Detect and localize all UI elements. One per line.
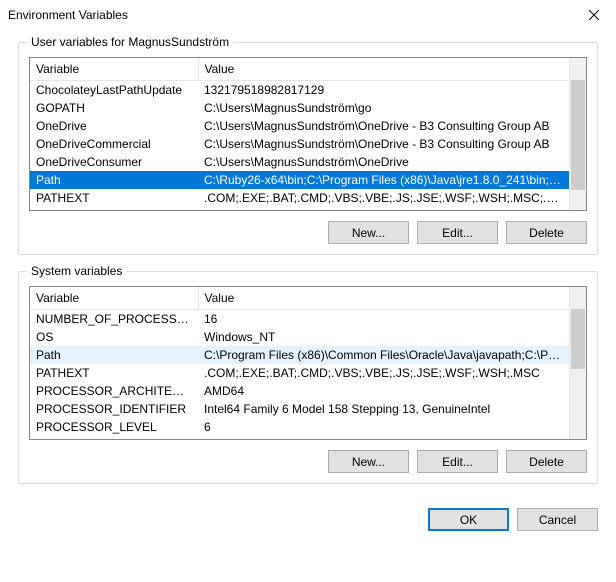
cell-variable: OneDriveCommercial bbox=[30, 135, 198, 153]
window-title: Environment Variables bbox=[8, 8, 128, 22]
table-row[interactable]: ChocolateyLastPathUpdate1321795189828171… bbox=[30, 81, 569, 100]
table-row[interactable]: PROCESSOR_IDENTIFIERIntel64 Family 6 Mod… bbox=[30, 400, 569, 418]
table-row[interactable]: PROCESSOR_LEVEL6 bbox=[30, 418, 569, 436]
cell-value: .COM;.EXE;.BAT;.CMD;.VBS;.VBE;.JS;.JSE;.… bbox=[198, 364, 569, 382]
table-row[interactable]: NUMBER_OF_PROCESSORS16 bbox=[30, 310, 569, 329]
cell-value: 6 bbox=[198, 418, 569, 436]
system-header-variable[interactable]: Variable bbox=[30, 287, 198, 310]
table-row[interactable]: PROCESSOR_ARCHITECTUREAMD64 bbox=[30, 382, 569, 400]
cell-variable: NUMBER_OF_PROCESSORS bbox=[30, 310, 198, 329]
user-delete-button[interactable]: Delete bbox=[506, 221, 587, 244]
cell-variable: OneDrive bbox=[30, 117, 198, 135]
cell-value: C:\Users\MagnusSundström\go bbox=[198, 99, 569, 117]
cell-value: .COM;.EXE;.BAT;.CMD;.VBS;.VBE;.JS;.JSE;.… bbox=[198, 189, 569, 207]
system-header-value[interactable]: Value bbox=[198, 287, 569, 310]
table-row[interactable]: GOPATHC:\Users\MagnusSundström\go bbox=[30, 99, 569, 117]
cell-value: 16 bbox=[198, 310, 569, 329]
table-row[interactable]: OSWindows_NT bbox=[30, 328, 569, 346]
table-row[interactable]: PATHEXT.COM;.EXE;.BAT;.CMD;.VBS;.VBE;.JS… bbox=[30, 189, 569, 207]
system-delete-button[interactable]: Delete bbox=[506, 450, 587, 473]
cell-variable: Path bbox=[30, 171, 198, 189]
cell-value: C:\Users\MagnusSundström\OneDrive bbox=[198, 153, 569, 171]
table-row[interactable]: OneDriveConsumerC:\Users\MagnusSundström… bbox=[30, 153, 569, 171]
system-scrollbar[interactable] bbox=[569, 287, 586, 439]
table-row[interactable]: PathC:\Ruby26-x64\bin;C:\Program Files (… bbox=[30, 171, 569, 189]
user-variables-group: User variables for MagnusSundström Varia… bbox=[18, 42, 598, 255]
cell-value: C:\Users\MagnusSundström\OneDrive - B3 C… bbox=[198, 135, 569, 153]
cell-value: C:\Ruby26-x64\bin;C:\Program Files (x86)… bbox=[198, 171, 569, 189]
user-group-legend: User variables for MagnusSundström bbox=[27, 35, 233, 49]
user-scrollbar[interactable] bbox=[569, 58, 586, 210]
user-edit-button[interactable]: Edit... bbox=[417, 221, 498, 244]
cell-variable: ChocolateyLastPathUpdate bbox=[30, 81, 198, 100]
cell-variable: OneDriveConsumer bbox=[30, 153, 198, 171]
user-variables-table[interactable]: Variable Value ChocolateyLastPathUpdate1… bbox=[29, 57, 587, 211]
table-row[interactable]: OneDriveCommercialC:\Users\MagnusSundstr… bbox=[30, 135, 569, 153]
user-header-value[interactable]: Value bbox=[198, 58, 569, 81]
table-row[interactable]: OneDriveC:\Users\MagnusSundström\OneDriv… bbox=[30, 117, 569, 135]
cell-value: Windows_NT bbox=[198, 328, 569, 346]
cell-variable: PROCESSOR_IDENTIFIER bbox=[30, 400, 198, 418]
cell-variable: PROCESSOR_LEVEL bbox=[30, 418, 198, 436]
system-variables-group: System variables Variable Value NUMBER_O… bbox=[18, 271, 598, 484]
cell-variable: PATHEXT bbox=[30, 364, 198, 382]
close-icon bbox=[589, 10, 599, 20]
system-group-legend: System variables bbox=[27, 264, 126, 278]
system-variables-table[interactable]: Variable Value NUMBER_OF_PROCESSORS16OSW… bbox=[29, 286, 587, 440]
cell-variable: Path bbox=[30, 346, 198, 364]
system-new-button[interactable]: New... bbox=[328, 450, 409, 473]
cell-value: 132179518982817129 bbox=[198, 81, 569, 100]
cell-value: Intel64 Family 6 Model 158 Stepping 13, … bbox=[198, 400, 569, 418]
user-header-variable[interactable]: Variable bbox=[30, 58, 198, 81]
table-row[interactable]: PATHEXT.COM;.EXE;.BAT;.CMD;.VBS;.VBE;.JS… bbox=[30, 364, 569, 382]
system-scroll-thumb[interactable] bbox=[571, 309, 585, 369]
cell-variable: PROCESSOR_ARCHITECTURE bbox=[30, 382, 198, 400]
cell-variable: OS bbox=[30, 328, 198, 346]
cell-value: C:\Users\MagnusSundström\OneDrive - B3 C… bbox=[198, 117, 569, 135]
cell-value: AMD64 bbox=[198, 382, 569, 400]
cell-variable: GOPATH bbox=[30, 99, 198, 117]
window-close-button[interactable] bbox=[571, 0, 616, 30]
cell-value: C:\Program Files (x86)\Common Files\Orac… bbox=[198, 346, 569, 364]
system-edit-button[interactable]: Edit... bbox=[417, 450, 498, 473]
cell-variable: PATHEXT bbox=[30, 189, 198, 207]
user-scroll-thumb[interactable] bbox=[571, 80, 585, 190]
table-row[interactable]: PathC:\Program Files (x86)\Common Files\… bbox=[30, 346, 569, 364]
ok-button[interactable]: OK bbox=[428, 508, 509, 531]
titlebar: Environment Variables bbox=[0, 0, 616, 30]
cancel-button[interactable]: Cancel bbox=[517, 508, 598, 531]
user-new-button[interactable]: New... bbox=[328, 221, 409, 244]
